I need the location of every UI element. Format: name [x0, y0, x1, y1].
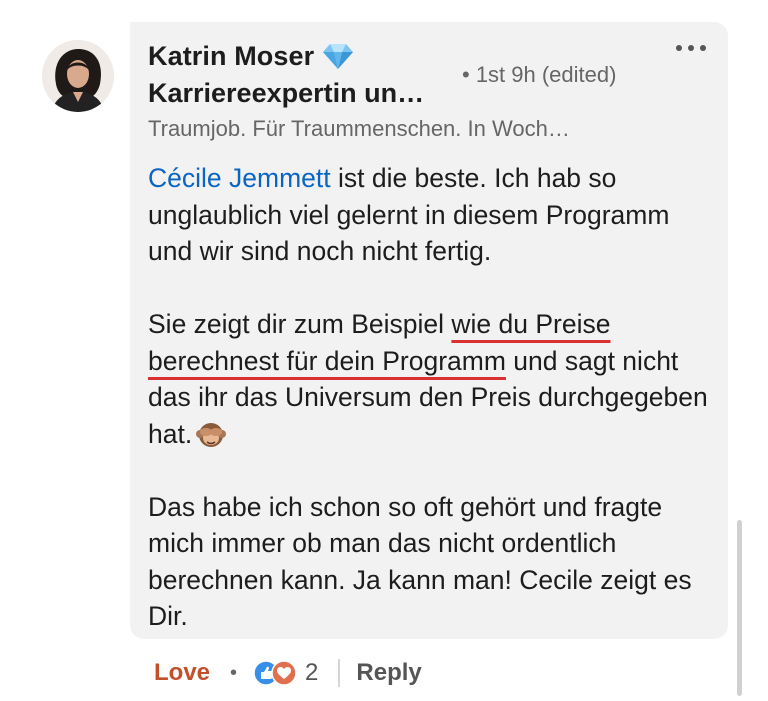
mention-link[interactable]: Cécile Jemmett — [148, 163, 331, 193]
see-no-evil-monkey-icon — [196, 419, 227, 449]
comment-paragraph-1: Cécile Jemmett ist die beste. Ich hab so… — [148, 160, 718, 270]
highlighted-text: berechnest für dein Programm — [148, 345, 506, 376]
avatar[interactable] — [42, 40, 114, 112]
comment-meta: • 1st 9h (edited) — [462, 62, 617, 87]
love-icon — [271, 660, 297, 686]
reaction-count: 2 — [305, 659, 319, 686]
love-reaction-button[interactable]: Love — [154, 659, 210, 687]
reply-button[interactable]: Reply — [356, 659, 421, 687]
diamond-icon — [322, 42, 354, 70]
avatar-photo — [42, 40, 114, 112]
reactions-summary[interactable]: 2 — [253, 659, 318, 687]
comment-actions: Love • 2 Reply — [154, 656, 422, 690]
author-subtitle: Traumjob. Für Traummenschen. In Woch… — [148, 116, 570, 141]
comment-paragraph-2: Sie zeigt dir zum Beispiel wie du Preise… — [148, 306, 718, 452]
author-name[interactable]: Katrin Moser — [148, 41, 314, 72]
comment-text: Cécile Jemmett ist die beste. Ich hab so… — [148, 160, 718, 635]
scrollbar[interactable] — [737, 520, 742, 696]
author-headline[interactable]: Karriereexpertin un… — [148, 78, 424, 109]
author-name-row: Katrin Moser — [148, 40, 354, 72]
highlighted-text: wie du Preise — [451, 309, 611, 339]
separator-dot: • — [230, 661, 238, 684]
divider — [338, 659, 341, 687]
comment-text-segment: Sie zeigt dir zum Beispiel — [148, 309, 452, 339]
comment-paragraph-3: Das habe ich schon so oft gehört und fra… — [148, 491, 692, 632]
more-options-icon[interactable] — [676, 42, 706, 54]
